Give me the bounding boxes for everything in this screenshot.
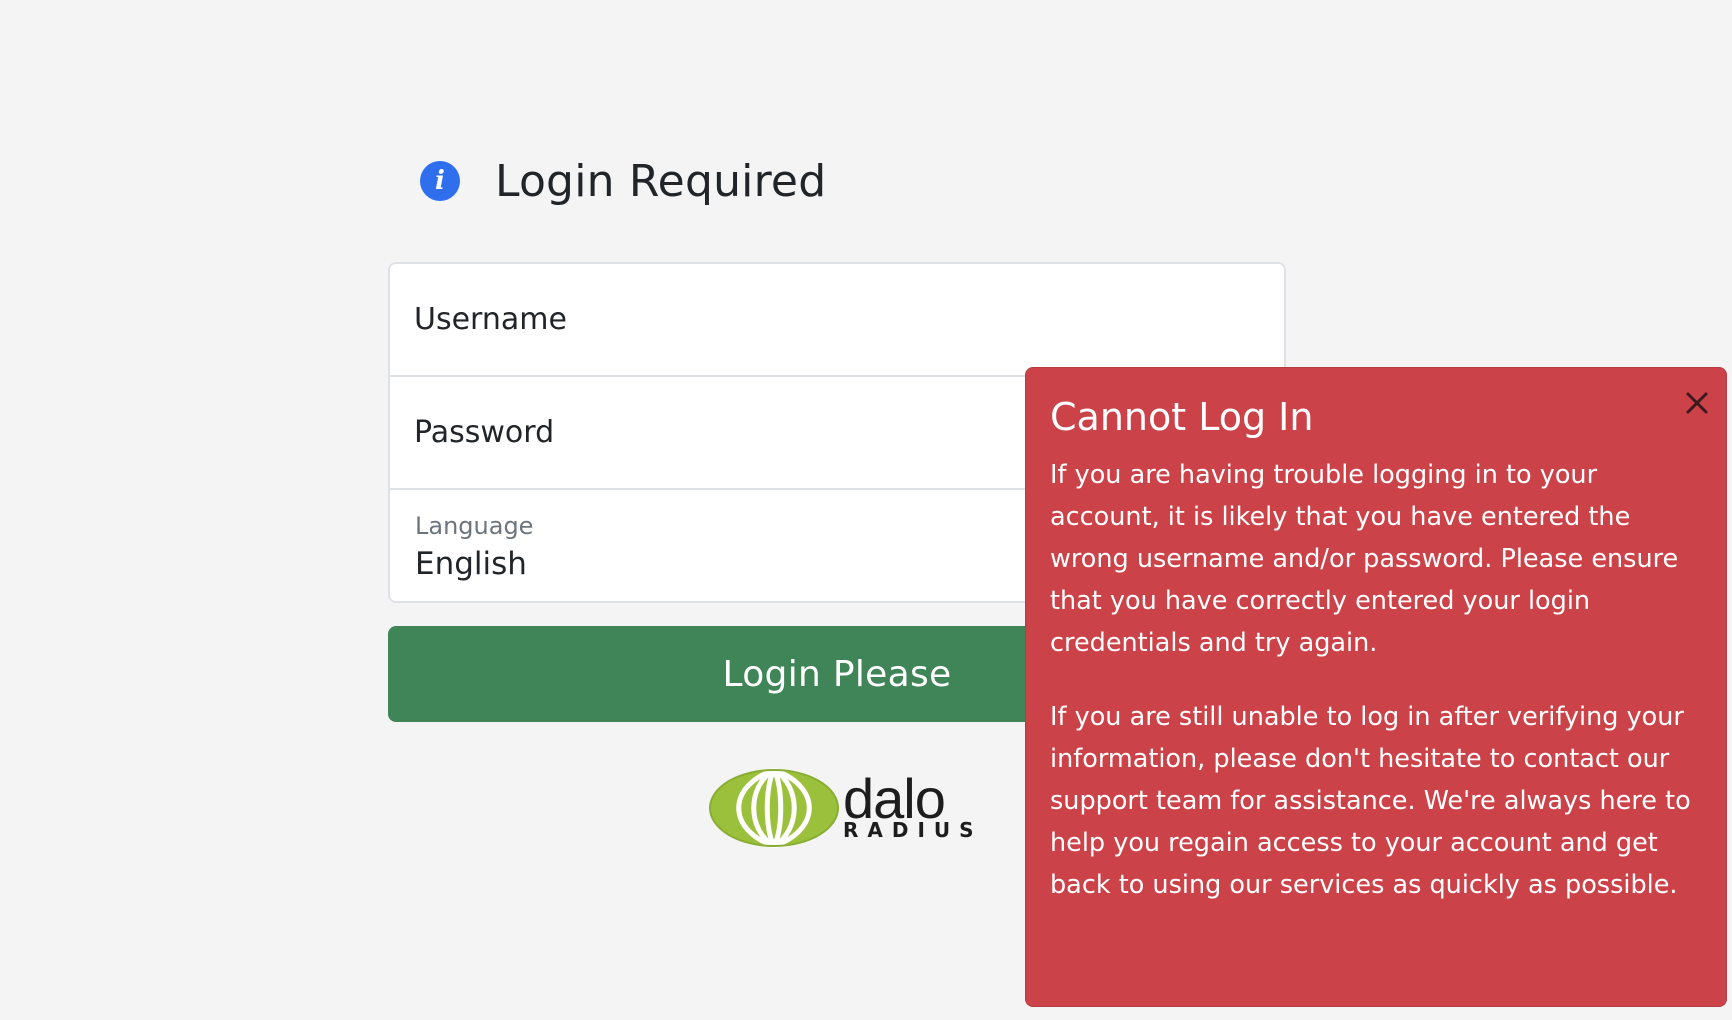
logo-subtext: RADIUS	[843, 818, 983, 842]
login-heading: i Login Required	[420, 152, 826, 210]
language-selected-value: English	[415, 546, 527, 582]
toast-title: Cannot Log In	[1050, 395, 1314, 439]
login-page: i Login Required Language English Login …	[0, 0, 1732, 1020]
daloradius-logo: dalo RADIUS	[707, 766, 974, 850]
info-icon: i	[420, 161, 460, 201]
toast-message-2: If you are still unable to log in after …	[1050, 702, 1691, 900]
page-title: Login Required	[495, 155, 827, 207]
language-label: Language	[415, 512, 534, 540]
username-field-container	[390, 264, 1284, 377]
globe-logo-icon	[709, 767, 839, 849]
error-toast: Cannot Log In If you are having trouble …	[1026, 368, 1726, 1006]
toast-message-1: If you are having trouble logging in to …	[1050, 460, 1679, 658]
username-input[interactable]	[414, 264, 1260, 375]
close-icon[interactable]	[1682, 388, 1712, 418]
